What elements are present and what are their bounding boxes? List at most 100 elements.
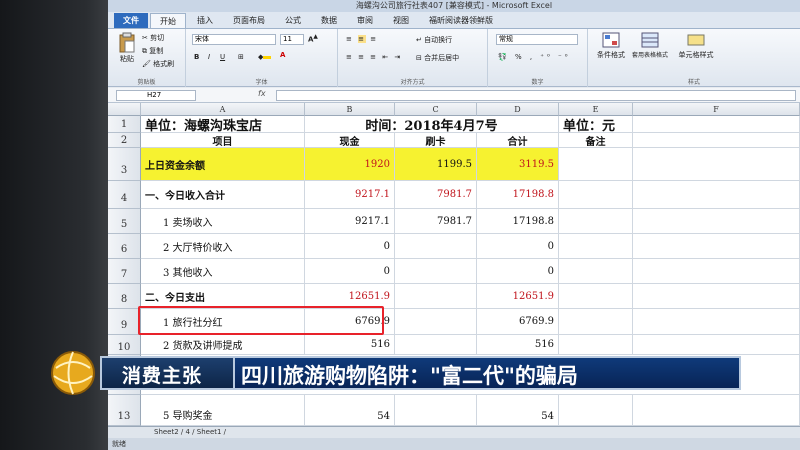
cell-d8[interactable]: 12651.9 — [477, 284, 559, 309]
cut-button[interactable]: ✂ 剪切 — [142, 33, 164, 43]
cell-e9[interactable] — [559, 309, 633, 335]
number-format-select[interactable]: 常规 — [496, 34, 578, 45]
tab-home[interactable]: 开始 — [150, 13, 186, 28]
column-header-f[interactable]: F — [633, 103, 800, 116]
cell-e7[interactable] — [559, 259, 633, 284]
cell-e8[interactable] — [559, 284, 633, 309]
cell-b5[interactable]: 9217.1 — [305, 209, 395, 234]
column-header-d[interactable]: D — [477, 103, 559, 116]
row-header[interactable]: 6 — [108, 234, 141, 259]
column-header-b[interactable]: B — [305, 103, 395, 116]
conditional-format-button[interactable]: 条件格式 — [596, 32, 626, 60]
font-size-select[interactable]: 11 — [280, 34, 304, 45]
cell-b7[interactable]: 0 — [305, 259, 395, 284]
cell-e6[interactable] — [559, 234, 633, 259]
cell-d13[interactable]: 54 — [477, 395, 559, 426]
row-header[interactable]: 4 — [108, 181, 141, 209]
cell-d4[interactable]: 17198.8 — [477, 181, 559, 209]
cell-e2[interactable]: 备注 — [559, 133, 633, 148]
cell-e5[interactable] — [559, 209, 633, 234]
cell-c2[interactable]: 刷卡 — [395, 133, 477, 148]
cell-f13[interactable] — [633, 395, 800, 426]
cell-a13[interactable]: 5 导购奖金 — [141, 395, 305, 426]
bold-button[interactable]: B — [194, 53, 199, 61]
cell-f6[interactable] — [633, 234, 800, 259]
cell-d3[interactable]: 3119.5 — [477, 148, 559, 181]
cell-d5[interactable]: 17198.8 — [477, 209, 559, 234]
row-header[interactable]: 2 — [108, 133, 141, 148]
cell-b4[interactable]: 9217.1 — [305, 181, 395, 209]
tab-file[interactable]: 文件 — [114, 13, 148, 28]
format-painter-button[interactable]: 🖌 格式刷 — [142, 59, 174, 69]
cell-f8[interactable] — [633, 284, 800, 309]
italic-button[interactable]: I — [208, 53, 210, 61]
cell-e13[interactable] — [559, 395, 633, 426]
formula-input[interactable] — [276, 90, 796, 101]
merge-center-button[interactable]: ⊟ 合并后居中 — [416, 53, 459, 63]
row-header[interactable]: 8 — [108, 284, 141, 309]
tab-insert[interactable]: 插入 — [188, 13, 222, 28]
paste-button[interactable]: 粘贴 — [116, 32, 138, 64]
select-all-corner[interactable] — [108, 103, 141, 116]
cell-a1[interactable]: 单位：海螺沟珠宝店 — [141, 116, 305, 133]
column-header-c[interactable]: C — [395, 103, 477, 116]
tab-view[interactable]: 视图 — [384, 13, 418, 28]
cell-c7[interactable] — [395, 259, 477, 284]
row-header[interactable]: 9 — [108, 309, 141, 335]
cell-c9[interactable] — [395, 309, 477, 335]
column-header-e[interactable]: E — [559, 103, 633, 116]
row-header[interactable]: 7 — [108, 259, 141, 284]
cell-f4[interactable] — [633, 181, 800, 209]
cell-e4[interactable] — [559, 181, 633, 209]
sheet-tabs[interactable]: Sheet2 / 4 / Sheet1 / — [108, 426, 800, 438]
grow-font-button[interactable]: A▲ — [308, 34, 318, 43]
tab-data[interactable]: 数据 — [312, 13, 346, 28]
name-box[interactable]: H27 — [116, 90, 196, 101]
border-button[interactable]: ⊞ — [238, 53, 244, 61]
cell-style-button[interactable]: 单元格样式 — [678, 32, 714, 60]
row-header[interactable]: 13 — [108, 395, 141, 426]
table-format-button[interactable]: 套用表格格式 — [632, 32, 668, 59]
cell-e3[interactable] — [559, 148, 633, 181]
row-header[interactable]: 1 — [108, 116, 141, 133]
cell-f1[interactable] — [633, 116, 800, 133]
copy-button[interactable]: ⧉ 复制 — [142, 46, 163, 56]
row-header[interactable]: 3 — [108, 148, 141, 181]
cell-d7[interactable]: 0 — [477, 259, 559, 284]
tab-formulas[interactable]: 公式 — [276, 13, 310, 28]
cell-b13[interactable]: 54 — [305, 395, 395, 426]
cell-b3[interactable]: 1920 — [305, 148, 395, 181]
font-name-select[interactable]: 宋体 — [192, 34, 276, 45]
cell-b6[interactable]: 0 — [305, 234, 395, 259]
cell-d9[interactable]: 6769.9 — [477, 309, 559, 335]
cell-c6[interactable] — [395, 234, 477, 259]
cell-c4[interactable]: 7981.7 — [395, 181, 477, 209]
row-header[interactable]: 5 — [108, 209, 141, 234]
cell-d6[interactable]: 0 — [477, 234, 559, 259]
cell-c3[interactable]: 1199.5 — [395, 148, 477, 181]
cell-a6[interactable]: 2 大厅特价收入 — [141, 234, 305, 259]
cell-e1[interactable]: 单位：元 — [559, 116, 633, 133]
cell-f3[interactable] — [633, 148, 800, 181]
cell-c5[interactable]: 7981.7 — [395, 209, 477, 234]
cell-a7[interactable]: 3 其他收入 — [141, 259, 305, 284]
cell-a4[interactable]: 一、今日收入合计 — [141, 181, 305, 209]
tab-review[interactable]: 审阅 — [348, 13, 382, 28]
cell-f7[interactable] — [633, 259, 800, 284]
underline-button[interactable]: U — [220, 53, 225, 61]
fx-icon[interactable]: fx — [258, 89, 266, 98]
cell-a3[interactable]: 上日资金余额 — [141, 148, 305, 181]
cell-a2[interactable]: 项目 — [141, 133, 305, 148]
cell-f2[interactable] — [633, 133, 800, 148]
font-color-button[interactable]: A — [280, 51, 285, 59]
column-header-a[interactable]: A — [141, 103, 305, 116]
cell-b2[interactable]: 现金 — [305, 133, 395, 148]
cell-b1[interactable]: 时间：2018年4月7号 — [305, 116, 559, 133]
cell-a5[interactable]: 1 卖场收入 — [141, 209, 305, 234]
cell-d2[interactable]: 合计 — [477, 133, 559, 148]
cell-c8[interactable] — [395, 284, 477, 309]
tab-page-layout[interactable]: 页面布局 — [224, 13, 274, 28]
cell-c13[interactable] — [395, 395, 477, 426]
number-format-buttons[interactable]: 💱 % , ⁺⁰ ⁻⁰ — [498, 53, 571, 61]
tab-foxit[interactable]: 福昕阅读器领鲜版 — [420, 13, 502, 28]
